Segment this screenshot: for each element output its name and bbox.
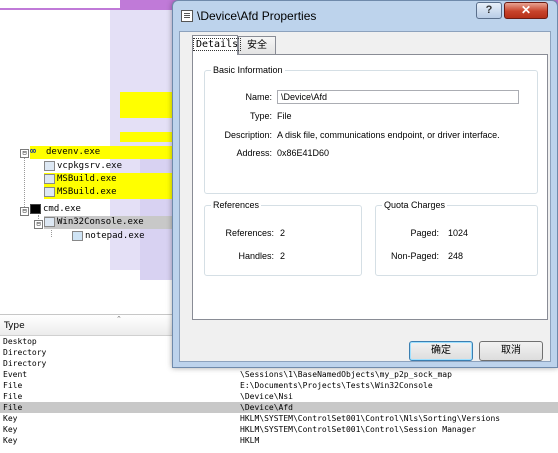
basic-info-group: Basic Information Name: \Device\Afd Type… xyxy=(204,65,538,194)
details-panel: Basic Information Name: \Device\Afd Type… xyxy=(192,54,548,320)
process-name: Win32Console.exe xyxy=(57,217,144,227)
process-row-msbuild[interactable]: MSBuild.exe xyxy=(44,186,180,199)
tab-details-label: Details xyxy=(193,38,242,51)
paged-label: Paged: xyxy=(410,228,439,238)
description-value: A disk file, communications endpoint, or… xyxy=(277,130,500,140)
process-row-vcpkgsrv[interactable]: vcpkgsrv.exe xyxy=(44,160,180,173)
address-value: 0x86E41D60 xyxy=(277,148,330,158)
process-row-win32console[interactable]: Win32Console.exe xyxy=(44,216,180,229)
msbuild-icon xyxy=(44,173,55,184)
tab-details[interactable]: Details xyxy=(192,35,242,55)
window-icon xyxy=(181,10,193,22)
references-label: References: xyxy=(225,228,274,238)
infinity-icon: ∞ xyxy=(30,145,37,157)
group-title: Basic Information xyxy=(211,65,285,75)
process-row-cmd[interactable]: cmd.exe xyxy=(30,203,180,216)
collapse-icon[interactable]: ⊟ xyxy=(20,149,29,158)
group-title: Quota Charges xyxy=(382,200,448,210)
references-group: References References: 2 Handles: 2 xyxy=(204,200,362,276)
tab-security[interactable]: 安全 xyxy=(238,36,276,55)
properties-dialog: \Device\Afd Properties ? ✕ Details 安全 Ba… xyxy=(172,0,558,368)
description-label: Description: xyxy=(224,130,272,140)
handle-name: HKLM\SYSTEM\ControlSet001\Control\Nls\So… xyxy=(240,414,501,423)
dialog-title: \Device\Afd Properties xyxy=(197,9,317,23)
handle-row[interactable]: File E:\Documents\Projects\Tests\Win32Con… xyxy=(0,380,558,391)
handle-type: Desktop xyxy=(3,337,37,346)
process-row-msbuild[interactable]: MSBuild.exe xyxy=(44,173,180,186)
handle-row[interactable]: Key HKLM\SYSTEM\ControlSet001\Control\Ses… xyxy=(0,424,558,435)
app-window-icon xyxy=(44,216,55,227)
type-column-header[interactable]: Type xyxy=(4,321,25,331)
highlight-band xyxy=(120,132,180,142)
dialog-client-area: Details 安全 Basic Information Name: \Devi… xyxy=(179,31,551,362)
nonpaged-label: Non-Paged: xyxy=(390,251,439,261)
type-label: Type: xyxy=(249,111,272,121)
handle-type: File xyxy=(3,403,23,412)
handle-row[interactable]: File \Device\Nsi xyxy=(0,391,558,402)
process-name: notepad.exe xyxy=(85,231,145,241)
references-value: 2 xyxy=(280,228,286,238)
background-strip-white xyxy=(0,0,120,8)
console-icon xyxy=(30,203,41,214)
help-button[interactable]: ? xyxy=(476,2,502,19)
handles-value: 2 xyxy=(280,251,286,261)
notepad-icon xyxy=(72,230,83,241)
group-title: References xyxy=(211,200,262,210)
handle-type: Directory xyxy=(3,359,47,368)
type-value: File xyxy=(277,111,292,121)
name-label: Name: xyxy=(245,92,272,102)
handles-label: Handles: xyxy=(238,251,274,261)
handle-row[interactable]: Key HKLM\SYSTEM\ControlSet001\Control\Nls… xyxy=(0,413,558,424)
handle-type: File xyxy=(3,381,23,390)
collapse-icon[interactable]: ⊟ xyxy=(20,207,29,216)
msbuild-icon xyxy=(44,186,55,197)
handle-name: HKLM\SYSTEM\ControlSet001\Control\Sessio… xyxy=(240,425,477,434)
process-name: vcpkgsrv.exe xyxy=(57,161,123,171)
address-label: Address: xyxy=(236,148,272,158)
name-field[interactable]: \Device\Afd xyxy=(277,90,519,104)
handle-name: \Device\Afd xyxy=(240,403,293,412)
handle-type: Directory xyxy=(3,348,47,357)
dialog-titlebar[interactable]: \Device\Afd Properties ? ✕ xyxy=(173,1,557,31)
process-name: devenv.exe xyxy=(46,147,101,157)
process-name: cmd.exe xyxy=(43,204,81,214)
close-button[interactable]: ✕ xyxy=(504,2,548,19)
handle-type: Event xyxy=(3,370,28,379)
handle-type: Key xyxy=(3,436,18,445)
cancel-button[interactable]: 取消 xyxy=(479,341,543,361)
handle-type: Key xyxy=(3,425,18,434)
process-name: MSBuild.exe xyxy=(57,174,117,184)
handle-row[interactable]: Key HKLM xyxy=(0,435,558,446)
highlight-band xyxy=(120,92,180,118)
nonpaged-value: 248 xyxy=(448,251,464,261)
handle-type: File xyxy=(3,392,23,401)
handle-name: E:\Documents\Projects\Tests\Win32Console xyxy=(240,381,433,390)
handle-name: \Device\Nsi xyxy=(240,392,293,401)
collapse-icon[interactable]: ⊟ xyxy=(34,220,43,229)
ok-button[interactable]: 确定 xyxy=(409,341,473,361)
handle-name: HKLM xyxy=(240,436,260,445)
tree-line xyxy=(24,153,25,215)
paged-value: 1024 xyxy=(448,228,469,238)
app-window-icon xyxy=(44,160,55,171)
handle-name: \Sessions\1\BaseNamedObjects\my_p2p_sock… xyxy=(240,370,452,379)
process-row-notepad[interactable]: notepad.exe xyxy=(72,230,180,243)
sort-ascending-icon: ⌃ xyxy=(116,315,122,323)
handle-type: Key xyxy=(3,414,18,423)
tab-security-label: 安全 xyxy=(247,40,267,51)
process-row-devenv[interactable]: ∞ devenv.exe xyxy=(30,146,180,159)
handle-row-selected[interactable]: File \Device\Afd xyxy=(0,402,558,413)
quota-charges-group: Quota Charges Paged: 1024 Non-Paged: 248 xyxy=(375,200,538,276)
process-name: MSBuild.exe xyxy=(57,187,117,197)
handle-row[interactable]: Event \Sessions\1\BaseNamedObjects\my_p2p… xyxy=(0,369,558,380)
